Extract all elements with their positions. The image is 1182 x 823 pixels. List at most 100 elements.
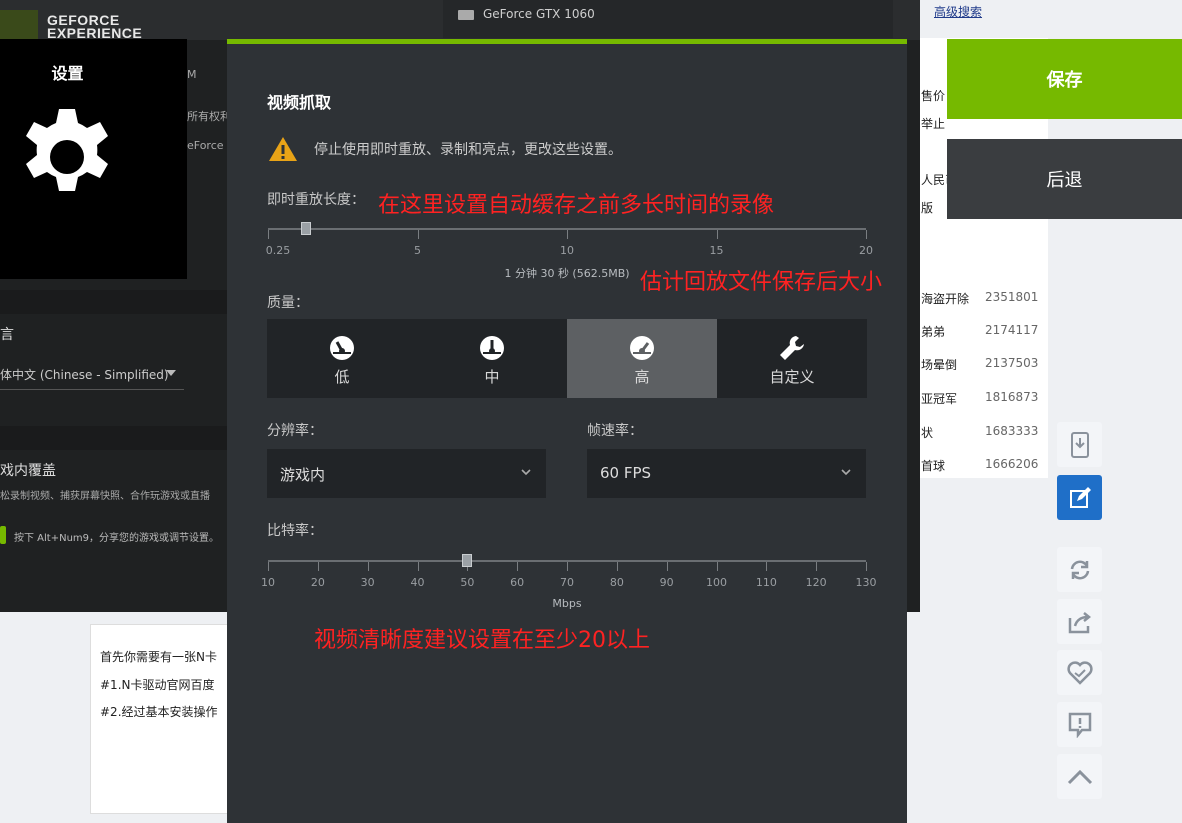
quality-options: 低 中 高 自定义 xyxy=(267,319,867,398)
fps-value: 60 FPS xyxy=(600,464,652,482)
slider-tick-label: 130 xyxy=(855,576,877,589)
fps-dropdown[interactable]: 60 FPS xyxy=(587,449,866,498)
settings-title: 设置 xyxy=(51,64,84,83)
report-icon[interactable] xyxy=(1057,702,1102,747)
overlay-title: 戏内覆盖 xyxy=(0,463,56,479)
article-line: #1.N卡驱动官网百度 xyxy=(100,678,215,692)
ranking-row[interactable]: 场晕倒 2137503 xyxy=(921,356,1041,373)
slider-tick xyxy=(567,562,568,571)
ranking-title: 弟弟 xyxy=(921,325,946,339)
quality-option-high[interactable]: 高 xyxy=(567,319,717,398)
ranking-title: 首球 xyxy=(921,459,946,473)
quality-option-medium[interactable]: 中 xyxy=(417,319,567,398)
warning-text: 停止使用即时重放、录制和亮点，更改这些设置。 xyxy=(314,142,622,158)
slider-tick xyxy=(517,562,519,571)
ranking-title: 海盗开除 xyxy=(921,292,970,306)
slider-tick xyxy=(866,230,867,239)
slider-tick-label: 10 xyxy=(560,244,574,257)
settings-card[interactable]: 设置 xyxy=(0,39,187,279)
bitrate-label: 比特率： xyxy=(267,523,323,539)
gpu-name: GeForce GTX 1060 xyxy=(483,7,595,21)
ranking-row[interactable]: 首球 1666206 xyxy=(921,457,1041,474)
nvidia-logo-icon xyxy=(0,10,38,40)
quality-option-low[interactable]: 低 xyxy=(267,319,417,398)
slider-tick-label: 30 xyxy=(360,576,375,589)
slider-tick-label: 120 xyxy=(805,576,827,589)
chevron-down-icon xyxy=(166,370,176,376)
ranking-cut-text: 版 xyxy=(921,201,934,215)
edit-icon[interactable] xyxy=(1057,475,1102,520)
ranking-title: 场晕倒 xyxy=(921,358,958,372)
quality-option-label: 高 xyxy=(634,368,650,386)
overlay-hint: 按下 Alt+Num9，分享您的游戏或调节设置。 xyxy=(14,533,220,544)
share-icon[interactable] xyxy=(1057,599,1102,644)
heart-icon[interactable] xyxy=(1057,650,1102,695)
slider-tick xyxy=(716,562,718,571)
slider-tick-label: 70 xyxy=(560,576,574,589)
behind-text: M xyxy=(187,68,197,81)
annotation-file-size: 估计回放文件保存后大小 xyxy=(640,270,883,295)
slider-tick xyxy=(866,562,867,571)
slider-tick xyxy=(766,562,768,571)
dialog-title: 视频抓取 xyxy=(267,93,332,112)
wrench-icon xyxy=(780,336,804,360)
slider-tick-label: 50 xyxy=(460,576,475,589)
ranking-count: 2174117 xyxy=(985,323,1039,337)
replay-size-caption: 1 分钟 30 秒 (562.5MB) xyxy=(504,267,630,280)
phone-icon[interactable] xyxy=(1057,422,1102,467)
slider-tick-label: 20 xyxy=(310,576,325,589)
overlay-description: 松录制视频、捕获屏幕快照、合作玩游戏或直播 xyxy=(0,491,210,502)
advanced-search-link[interactable]: 高级搜索 xyxy=(934,3,982,20)
ranking-count: 2137503 xyxy=(985,356,1039,370)
slider-tick-label: 0.25 xyxy=(265,244,291,257)
divider-band xyxy=(0,426,227,450)
ranking-row[interactable]: 状 1683333 xyxy=(921,424,1041,441)
quality-option-label: 低 xyxy=(334,368,350,386)
slider-tick-label: 40 xyxy=(410,576,425,589)
ranking-count: 1666206 xyxy=(985,457,1039,471)
divider-band xyxy=(0,290,227,314)
gauge-mid-icon xyxy=(480,336,504,360)
quality-option-label: 中 xyxy=(484,368,500,386)
ranking-count: 1683333 xyxy=(985,424,1039,438)
refresh-icon[interactable] xyxy=(1057,547,1102,592)
slider-tick-label: 90 xyxy=(659,576,674,589)
ranking-row[interactable]: 海盗开除 2351801 xyxy=(921,290,1041,307)
annotation-replay: 在这里设置自动缓存之前多长时间的录像 xyxy=(378,193,775,218)
up-arrow-icon[interactable] xyxy=(1057,754,1102,799)
slider-tick xyxy=(716,230,718,239)
gfe-logo: GEFORCE EXPERIENCE xyxy=(47,13,142,40)
slider-tick-label: 110 xyxy=(755,576,777,589)
article-line: 首先你需要有一张N卡 xyxy=(100,650,217,664)
hint-icon xyxy=(0,526,6,544)
back-button[interactable]: 后退 xyxy=(947,139,1182,219)
slider-tick xyxy=(417,230,419,239)
ranking-row[interactable]: 弟弟 2174117 xyxy=(921,323,1041,340)
resolution-value: 游戏内 xyxy=(280,466,326,484)
video-capture-dialog: 视频抓取 停止使用即时重放、录制和亮点，更改这些设置。 即时重放长度： 0.25… xyxy=(227,39,907,823)
chevron-down-icon xyxy=(521,469,531,476)
slider-tick xyxy=(567,230,568,239)
slider-tick xyxy=(417,562,419,571)
quality-option-custom[interactable]: 自定义 xyxy=(717,319,867,398)
slider-thumb[interactable] xyxy=(462,554,473,567)
slider-tick-label: 10 xyxy=(261,576,275,589)
slider-thumb[interactable] xyxy=(300,222,311,235)
slider-tick xyxy=(317,562,319,571)
ranking-row[interactable]: 亚冠军 1816873 xyxy=(921,390,1041,407)
save-button[interactable]: 保存 xyxy=(947,39,1182,119)
replay-length-label: 即时重放长度： xyxy=(267,192,365,208)
slider-tick xyxy=(616,562,618,571)
resolution-dropdown[interactable]: 游戏内 xyxy=(267,449,546,498)
fps-label: 帧速率： xyxy=(587,423,643,439)
gear-icon xyxy=(26,109,108,191)
language-select[interactable]: 体中文 (Chinese - Simplified) xyxy=(0,366,184,390)
language-value: 体中文 (Chinese - Simplified) xyxy=(0,368,169,382)
quality-label: 质量： xyxy=(267,295,309,311)
gpu-icon xyxy=(458,10,474,20)
slider-tick xyxy=(268,230,269,239)
slider-tick-label: 80 xyxy=(609,576,624,589)
bitrate-unit: Mbps xyxy=(552,597,582,610)
slider-tick-label: 20 xyxy=(859,244,873,257)
annotation-bitrate: 视频清晰度建议设置在至少20以上 xyxy=(314,628,650,653)
